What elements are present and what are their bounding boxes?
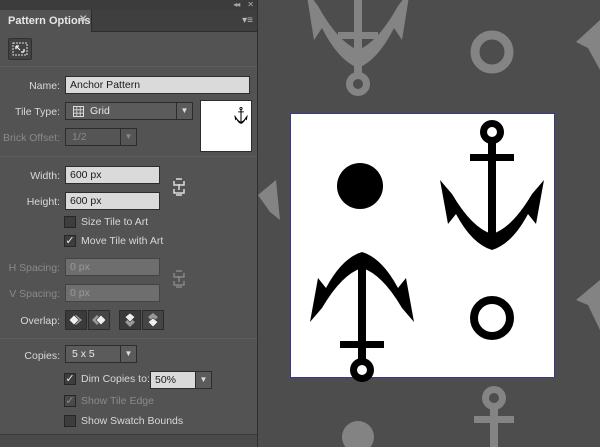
name-field[interactable]: Anchor Pattern xyxy=(65,76,250,94)
dim-copies-combo[interactable]: 50% ▼ xyxy=(150,371,212,389)
dim-copies-label: Dim Copies to: xyxy=(81,373,150,385)
anchor-shape-inverted xyxy=(310,252,414,382)
chevron-down-icon: ▼ xyxy=(120,129,136,145)
h-spacing-field: 0 px xyxy=(65,258,160,276)
section-divider xyxy=(0,338,257,339)
tab-close-icon[interactable]: ✕ xyxy=(79,14,87,25)
panel-footer xyxy=(0,434,257,447)
section-divider xyxy=(0,156,257,157)
dim-copies-checkbox[interactable]: ✓ Dim Copies to: xyxy=(64,373,150,385)
collapse-panel-icon[interactable]: ◂◂ xyxy=(233,0,240,10)
width-field[interactable]: 600 px xyxy=(65,166,160,184)
v-spacing-field: 0 px xyxy=(65,284,160,302)
show-tile-edge-checkbox: ✓ Show Tile Edge xyxy=(64,395,154,407)
show-swatch-bounds-checkbox[interactable]: Show Swatch Bounds xyxy=(64,415,183,427)
height-label: Height: xyxy=(26,196,60,208)
pattern-tile-tool-button[interactable] xyxy=(8,38,32,60)
checkmark-icon: ✓ xyxy=(64,395,76,407)
grid-tile-icon xyxy=(73,106,84,117)
show-swatch-bounds-label: Show Swatch Bounds xyxy=(81,415,184,427)
name-label: Name: xyxy=(29,80,60,92)
panel-tabbar: Pattern Options ✕ ▾≡ xyxy=(0,10,257,32)
tile-type-select[interactable]: Grid ▼ xyxy=(65,102,193,120)
overlap-label: Overlap: xyxy=(20,315,60,327)
size-tile-to-art-checkbox[interactable]: Size Tile to Art xyxy=(64,216,148,228)
copies-select[interactable]: 5 x 5 ▼ xyxy=(65,345,137,363)
chevron-down-icon: ▼ xyxy=(176,103,192,119)
section-divider xyxy=(0,66,257,67)
show-tile-edge-label: Show Tile Edge xyxy=(81,395,154,407)
chevron-down-icon[interactable]: ▼ xyxy=(195,372,211,388)
brick-offset-select: 1/2 ▼ xyxy=(65,128,137,146)
tile-editor-icon xyxy=(12,42,28,56)
chevron-down-icon: ▼ xyxy=(120,346,136,362)
v-spacing-label: V Spacing: xyxy=(9,288,60,300)
checkbox-box xyxy=(64,216,76,228)
dim-copies-value: 50% xyxy=(155,374,177,386)
anchor-preview-icon xyxy=(234,107,248,124)
ring-shape xyxy=(470,296,514,340)
brick-offset-value: 1/2 xyxy=(72,131,87,143)
copies-label: Copies: xyxy=(24,350,60,362)
dot-shape xyxy=(337,163,383,209)
brick-offset-label: Brick Offset: xyxy=(3,132,60,144)
height-field[interactable]: 600 px xyxy=(65,192,160,210)
link-spacing-icon xyxy=(173,270,185,288)
pattern-options-panel: ◂◂ ✕ Pattern Options ✕ ▾≡ Name: Anchor P… xyxy=(0,0,258,447)
overlap-bottom-in-front-button[interactable] xyxy=(142,310,164,330)
overlap-top-in-front-button[interactable] xyxy=(119,310,141,330)
link-dimensions-icon[interactable] xyxy=(172,178,186,196)
tile-type-label: Tile Type: xyxy=(15,106,60,118)
move-tile-with-art-checkbox[interactable]: ✓ Move Tile with Art xyxy=(64,235,163,247)
anchor-shape xyxy=(440,120,544,250)
panel-menu-icon[interactable]: ▾≡ xyxy=(242,15,253,26)
size-tile-label: Size Tile to Art xyxy=(81,216,149,228)
copies-value: 5 x 5 xyxy=(72,348,95,360)
close-panel-icon[interactable]: ✕ xyxy=(247,0,254,10)
checkbox-box xyxy=(64,415,76,427)
overlap-right-front-icon xyxy=(92,314,107,326)
swatch-preview xyxy=(200,100,252,152)
overlap-left-in-front-button[interactable] xyxy=(65,310,87,330)
h-spacing-label: H Spacing: xyxy=(8,262,60,274)
overlap-left-front-icon xyxy=(68,314,82,326)
panel-titlebar: ◂◂ ✕ xyxy=(0,0,257,10)
checkmark-icon: ✓ xyxy=(64,235,76,247)
overlap-top-front-icon xyxy=(124,312,136,327)
width-label: Width: xyxy=(30,170,60,182)
overlap-right-in-front-button[interactable] xyxy=(88,310,110,330)
move-tile-label: Move Tile with Art xyxy=(81,235,164,247)
overlap-bottom-front-icon xyxy=(147,313,159,328)
tile-type-value: Grid xyxy=(90,105,110,117)
checkmark-icon: ✓ xyxy=(64,373,76,385)
